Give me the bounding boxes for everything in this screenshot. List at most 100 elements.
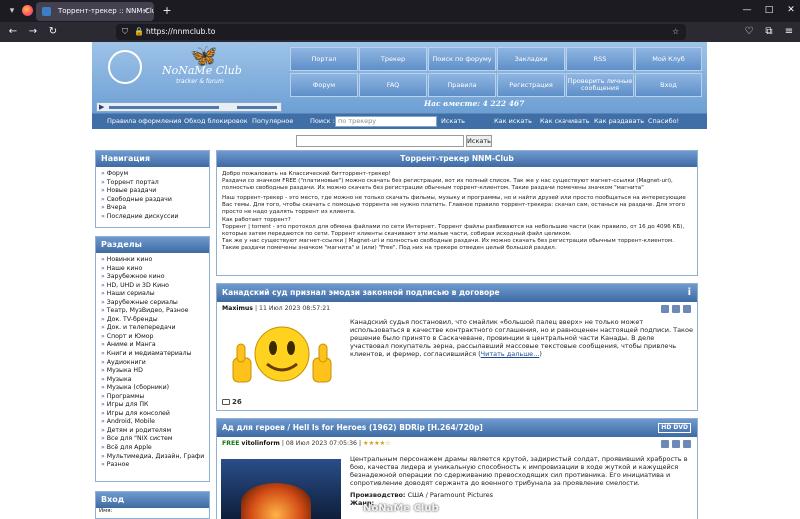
extensions-icon[interactable]: ⧉ — [762, 25, 776, 39]
nav-item-new[interactable]: Новые раздачи — [101, 187, 204, 196]
nav-item-forum[interactable]: Форум — [101, 170, 204, 179]
tracker-search-input[interactable]: по трекеру — [335, 116, 437, 127]
section-item[interactable]: Мультимедиа, Дизайн, Графика — [101, 453, 204, 462]
link-how-to-search[interactable]: Как искать — [494, 114, 532, 129]
news-comments[interactable]: 26 — [222, 398, 242, 406]
link-popular[interactable]: Популярное — [252, 114, 293, 129]
firefox-icon — [22, 5, 33, 16]
news-title-text[interactable]: Канадский суд признал эмодзи законной по… — [222, 288, 500, 297]
address-bar[interactable]: ⛉ 🔒 https://nnmclub.to ☆ — [116, 24, 686, 40]
section-item[interactable]: Зарубежное кино — [101, 273, 204, 282]
section-item[interactable]: Android, Mobile — [101, 418, 204, 427]
news-text: Канадский судья постановил, что смайлик … — [350, 318, 693, 359]
section-item[interactable]: Разное — [101, 461, 204, 470]
read-more-link[interactable]: Читать дальше... — [481, 350, 540, 358]
menu-icon[interactable]: ≡ — [782, 25, 796, 39]
share-vk-icon[interactable] — [683, 305, 691, 313]
share-facebook-icon[interactable] — [672, 440, 680, 448]
main-search-button[interactable]: Искать — [466, 135, 492, 147]
section-item[interactable]: Спорт и Юмор — [101, 333, 204, 342]
link-bypass-blocks[interactable]: Обход блокировок — [184, 114, 248, 129]
section-item[interactable]: Аудиокниги — [101, 359, 204, 368]
new-tab-icon[interactable]: + — [160, 3, 174, 19]
section-item[interactable]: Док. и телепередачи — [101, 324, 204, 333]
menu-tracker[interactable]: Трекер — [359, 47, 427, 71]
share-vk-icon[interactable] — [683, 440, 691, 448]
menu-rules[interactable]: Правила — [428, 73, 496, 97]
link-how-to-download[interactable]: Как скачивать — [540, 114, 590, 129]
comment-count[interactable]: 26 — [232, 398, 242, 406]
forward-icon[interactable]: → — [26, 25, 40, 39]
tab-list-icon[interactable]: ▾ — [5, 4, 19, 18]
section-item[interactable]: Детям и родителям — [101, 427, 204, 436]
section-item[interactable]: HD, UHD и 3D Кино — [101, 282, 204, 291]
menu-faq[interactable]: FAQ — [359, 73, 427, 97]
section-item[interactable]: Все для "NIX систем — [101, 435, 204, 444]
player-volume[interactable] — [237, 106, 277, 109]
menu-forum-search[interactable]: Поиск по форуму — [428, 47, 496, 71]
section-item[interactable]: Музыка — [101, 376, 204, 385]
back-icon[interactable]: ← — [6, 25, 20, 39]
close-tab-icon[interactable]: ✕ — [142, 2, 149, 21]
lock-icon[interactable]: 🔒 — [134, 24, 144, 40]
welcome-paragraph: Так же у нас существуют магнет-ссылки | … — [222, 237, 674, 251]
menu-register[interactable]: Регистрация — [497, 73, 565, 97]
reload-icon[interactable]: ↻ — [46, 25, 60, 39]
subnav-search-button[interactable]: Искать — [441, 114, 465, 129]
news-author[interactable]: Maximus — [222, 305, 253, 312]
movie-poster-image[interactable] — [221, 459, 341, 519]
nav-item-portal[interactable]: Торрент портал — [101, 179, 204, 188]
menu-my-club[interactable]: Мой Клуб — [635, 47, 702, 71]
section-item[interactable]: Всё для Apple — [101, 444, 204, 453]
shield-icon[interactable]: ⛉ — [122, 24, 128, 40]
menu-portal[interactable]: Портал — [290, 47, 358, 71]
maximize-icon[interactable]: □ — [762, 3, 776, 17]
link-design-rules[interactable]: Правила оформления — [107, 114, 181, 129]
pocket-icon[interactable]: ♡ — [742, 25, 756, 39]
section-item[interactable]: Наше кино — [101, 265, 204, 274]
section-item[interactable]: Наши сериалы — [101, 290, 204, 299]
link-how-to-seed[interactable]: Как раздавать — [594, 114, 644, 129]
menu-login[interactable]: Вход — [635, 73, 702, 97]
menu-bookmarks[interactable]: Закладки — [497, 47, 565, 71]
browser-tab-active[interactable]: Торрент-трекер :: NNM-Club ✕ — [36, 2, 154, 21]
section-item[interactable]: Театр, МузВидео, Разное — [101, 307, 204, 316]
share-twitter-icon[interactable] — [661, 305, 669, 313]
nav-item-yesterday[interactable]: Вчера — [101, 204, 204, 213]
menu-rss[interactable]: RSS — [566, 47, 634, 71]
player-progress[interactable] — [109, 106, 219, 109]
url-text[interactable]: https://nnmclub.to — [146, 24, 215, 40]
section-item[interactable]: Зарубежные сериалы — [101, 299, 204, 308]
site-logo[interactable]: 🦋 NoNaMe Club tracker & forum — [92, 42, 287, 100]
radio-player[interactable]: ▶ — [96, 102, 282, 112]
minimize-icon[interactable]: — — [740, 3, 754, 17]
section-item[interactable]: Игры для консолей — [101, 410, 204, 419]
section-item[interactable]: Аниме и Манга — [101, 341, 204, 350]
menu-forum[interactable]: Форум — [290, 73, 358, 97]
search-label: Поиск : — [310, 117, 335, 125]
torrent-author[interactable]: vitolinform — [241, 440, 279, 447]
link-thanks[interactable]: Спасибо! — [648, 114, 679, 129]
section-item[interactable]: Музыка HD — [101, 367, 204, 376]
section-item[interactable]: Книги и медиаматериалы — [101, 350, 204, 359]
torrent-title-text[interactable]: Ад для героев / Hell Is for Heroes (1962… — [222, 423, 483, 432]
nav-item-discussions[interactable]: Последние дискуссии — [101, 213, 204, 222]
news-title[interactable]: Канадский суд признал эмодзи законной по… — [217, 284, 697, 302]
bookmark-star-icon[interactable]: ☆ — [672, 24, 679, 40]
section-item[interactable]: Новинки кино — [101, 256, 204, 265]
play-icon[interactable]: ▶ — [99, 103, 104, 111]
section-item[interactable]: Док. TV-бренды — [101, 316, 204, 325]
section-item[interactable]: Программы — [101, 393, 204, 402]
share-facebook-icon[interactable] — [672, 305, 680, 313]
share-twitter-icon[interactable] — [661, 440, 669, 448]
section-item[interactable]: Музыка (сборники) — [101, 384, 204, 393]
torrent-meta: FREE vitolinform | 08 Июл 2023 07:05:36 … — [222, 440, 391, 447]
torrent-title[interactable]: Ад для героев / Hell Is for Heroes (1962… — [217, 419, 697, 437]
production-value: США / Paramount Pictures — [407, 491, 494, 500]
close-window-icon[interactable]: ✕ — [784, 3, 798, 17]
menu-check-messages[interactable]: Проверить личные сообщения — [566, 73, 634, 97]
section-item[interactable]: Игры для ПК — [101, 401, 204, 410]
main-search-input[interactable] — [296, 135, 464, 147]
site-favicon-icon — [42, 7, 51, 16]
nav-item-free[interactable]: Свободные раздачи — [101, 196, 204, 205]
